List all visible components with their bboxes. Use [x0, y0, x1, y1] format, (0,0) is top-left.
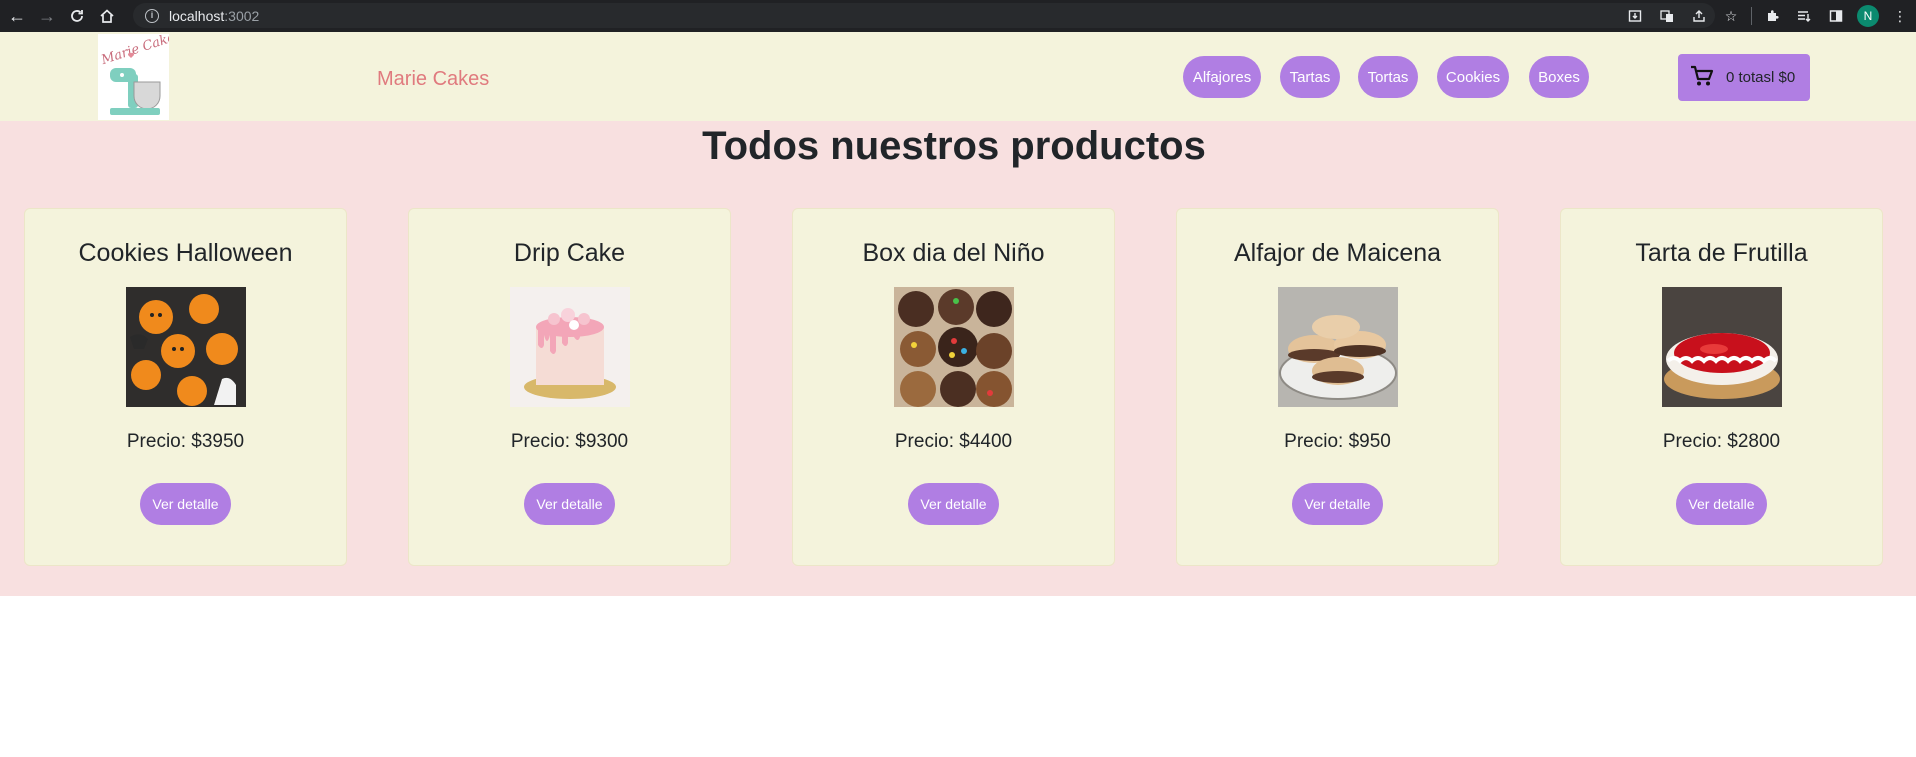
product-name: Box dia del Niño [862, 239, 1045, 267]
product-card: Alfajor de Maicena Precio: $950 Ver deta… [1176, 208, 1499, 566]
cart-summary: 0 totasl $0 [1726, 69, 1796, 86]
product-image[interactable] [1662, 287, 1782, 407]
forward-icon[interactable]: → [32, 1, 62, 31]
site-header: Marie Cakes Marie Cakes Alfajores Tartas… [0, 32, 1916, 121]
url-text: localhost:3002 [169, 7, 260, 24]
translate-icon[interactable] [1651, 0, 1683, 32]
view-detail-button[interactable]: Ver detalle [524, 483, 615, 525]
category-cookies-button[interactable]: Cookies [1437, 56, 1509, 98]
product-name: Tarta de Frutilla [1635, 239, 1808, 267]
product-card: Cookies Halloween Precio: $3950 Ver deta… [24, 208, 347, 566]
cart-button[interactable]: 0 totasl $0 [1678, 54, 1810, 101]
product-image[interactable] [894, 287, 1014, 407]
reading-list-icon[interactable] [1788, 0, 1820, 32]
category-tortas-button[interactable]: Tortas [1358, 56, 1418, 98]
page-title: Todos nuestros productos [702, 124, 1206, 168]
product-image[interactable] [126, 287, 246, 407]
category-boxes-button[interactable]: Boxes [1529, 56, 1589, 98]
product-price: Precio: $950 [1284, 431, 1391, 452]
product-image[interactable] [1278, 287, 1398, 407]
view-detail-button[interactable]: Ver detalle [1292, 483, 1383, 525]
product-price: Precio: $2800 [1662, 431, 1781, 452]
bookmark-star-icon[interactable]: ☆ [1715, 0, 1747, 32]
product-image[interactable] [510, 287, 630, 407]
profile-avatar[interactable]: N [1852, 0, 1884, 32]
install-icon[interactable] [1619, 0, 1651, 32]
product-name: Cookies Halloween [78, 239, 293, 267]
product-name: Drip Cake [513, 239, 626, 267]
category-alfajores-button[interactable]: Alfajores [1183, 56, 1261, 98]
product-price: Precio: $3950 [126, 431, 245, 452]
view-detail-button[interactable]: Ver detalle [1676, 483, 1767, 525]
browser-toolbar: ← → i localhost:3002 ☆ N ⋮ [0, 0, 1916, 32]
site-info-icon[interactable]: i [145, 8, 159, 23]
product-card: Drip Cake Precio: $9300 Ver detalle [408, 208, 731, 566]
product-name: Alfajor de Maicena [1233, 239, 1442, 267]
home-icon[interactable] [92, 1, 122, 31]
address-bar[interactable]: i localhost:3002 [133, 3, 1715, 28]
category-tartas-button[interactable]: Tartas [1280, 56, 1340, 98]
cart-icon [1690, 65, 1714, 91]
product-card: Box dia del Niño Precio: $4400 Ver detal… [792, 208, 1115, 566]
view-detail-button[interactable]: Ver detalle [140, 483, 231, 525]
toolbar-divider [1751, 7, 1752, 25]
products-section: Todos nuestros productos Cookies Hallowe… [0, 121, 1916, 596]
back-icon[interactable]: ← [2, 1, 32, 31]
side-panel-icon[interactable] [1820, 0, 1852, 32]
brand-name[interactable]: Marie Cakes [377, 68, 489, 91]
product-card: Tarta de Frutilla Precio: $2800 Ver deta… [1560, 208, 1883, 566]
extensions-icon[interactable] [1756, 0, 1788, 32]
share-icon[interactable] [1683, 0, 1715, 32]
product-price: Precio: $9300 [510, 431, 629, 452]
menu-icon[interactable]: ⋮ [1884, 0, 1916, 32]
product-price: Precio: $4400 [894, 431, 1013, 452]
brand-logo[interactable]: Marie Cakes [98, 34, 169, 120]
reload-icon[interactable] [62, 1, 92, 31]
view-detail-button[interactable]: Ver detalle [908, 483, 999, 525]
